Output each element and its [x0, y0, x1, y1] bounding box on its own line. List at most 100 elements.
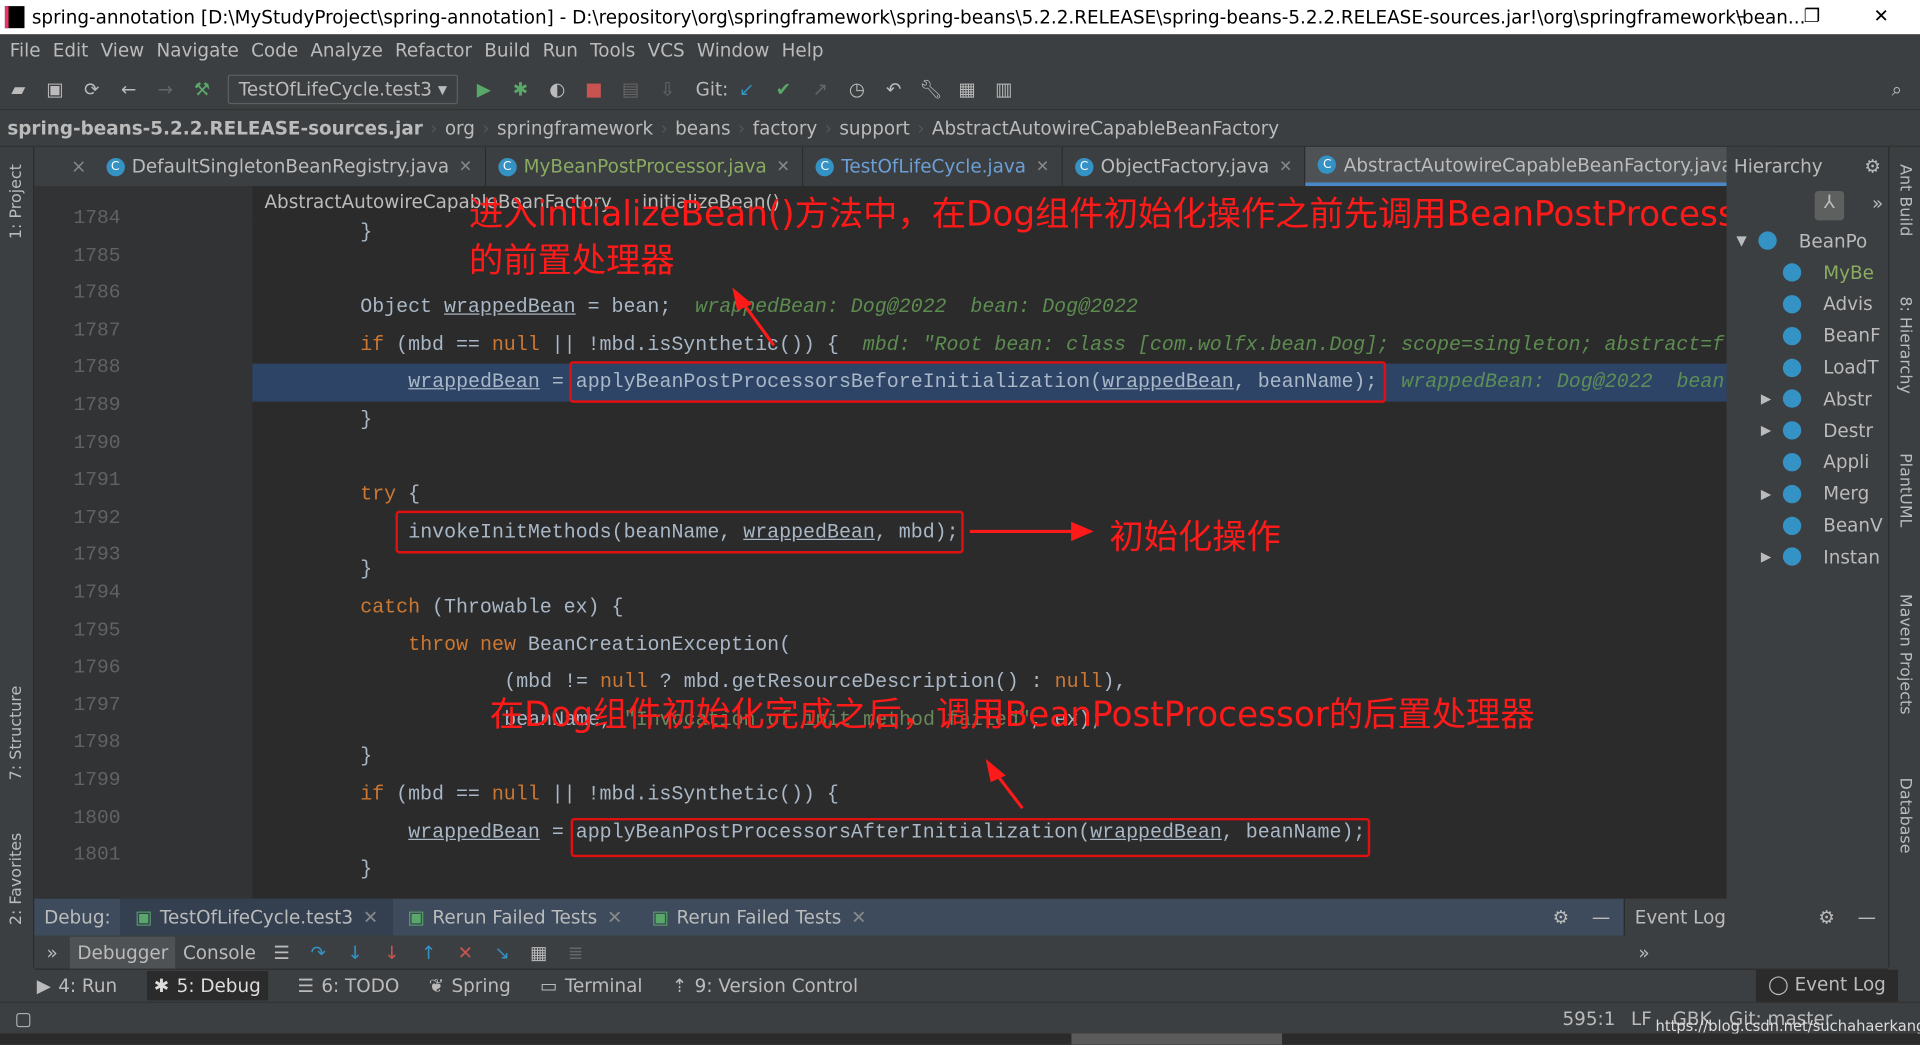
- nav-crumb[interactable]: AbstractAutowireCapableBeanFactory: [932, 117, 1279, 139]
- tool-button-versioncontrol[interactable]: ⇡ 9: Version Control: [672, 975, 858, 997]
- tabs-scroll-left[interactable]: ×: [71, 156, 86, 178]
- search-icon[interactable]: ⌕: [1886, 78, 1908, 100]
- nav-crumb[interactable]: factory: [753, 117, 818, 139]
- force-step-into-icon[interactable]: ↓: [381, 941, 403, 963]
- git-commit-icon[interactable]: ✔: [772, 78, 794, 100]
- git-rollback-icon[interactable]: ↶: [883, 78, 905, 100]
- step-over-icon[interactable]: ↷: [307, 941, 329, 963]
- menu-help[interactable]: Help: [782, 39, 824, 61]
- gear-icon[interactable]: ⚙: [1818, 906, 1834, 928]
- tab-objectfactory[interactable]: C ObjectFactory.java ✕: [1062, 146, 1306, 187]
- code-editor[interactable]: } Object wrappedBean = bean; wrappedBean:…: [252, 219, 1727, 899]
- step-out-icon[interactable]: ↑: [418, 941, 440, 963]
- forward-icon[interactable]: →: [154, 78, 176, 100]
- run-config-select[interactable]: TestOfLifeCycle.test3 ▾: [227, 74, 459, 104]
- trace-icon[interactable]: ≣: [564, 941, 586, 963]
- horizontal-scrollbar[interactable]: [0, 1033, 1920, 1045]
- menu-view[interactable]: View: [101, 39, 145, 61]
- caret-position[interactable]: 595:1: [1562, 1007, 1615, 1029]
- console-tab[interactable]: Console: [176, 936, 264, 968]
- expand-icon[interactable]: »: [1638, 941, 1649, 963]
- menu-vcs[interactable]: VCS: [648, 39, 685, 61]
- close-tab-icon[interactable]: ✕: [607, 906, 622, 928]
- menu-build[interactable]: Build: [484, 39, 530, 61]
- minimize-button[interactable]: –: [1736, 5, 1745, 27]
- close-tab-icon[interactable]: ✕: [1036, 157, 1049, 175]
- close-tab-icon[interactable]: ✕: [363, 906, 378, 928]
- gear-icon[interactable]: ⚙: [1864, 156, 1880, 178]
- sync-icon[interactable]: ⟳: [81, 78, 103, 100]
- project-tool-button[interactable]: 1: Project: [7, 164, 25, 239]
- menu-code[interactable]: Code: [251, 39, 298, 61]
- debugger-tab[interactable]: Debugger: [70, 936, 176, 968]
- expand-icon[interactable]: »: [47, 941, 58, 963]
- line-separator[interactable]: LF: [1631, 1007, 1652, 1029]
- run-to-cursor-icon[interactable]: ↘: [491, 941, 513, 963]
- stop-icon[interactable]: ■: [583, 78, 605, 100]
- close-tab-icon[interactable]: ✕: [459, 157, 472, 175]
- back-icon[interactable]: ←: [118, 78, 140, 100]
- build-hammer-icon[interactable]: ⚒: [191, 78, 213, 100]
- gear-icon[interactable]: ⚙: [1553, 906, 1569, 928]
- hierarchy-item[interactable]: BeanF: [1727, 320, 1889, 352]
- evaluate-icon[interactable]: ▦: [528, 941, 550, 963]
- structure-tool-button[interactable]: 7: Structure: [7, 686, 25, 781]
- restore-button[interactable]: ❐: [1804, 5, 1820, 27]
- favorites-tool-button[interactable]: 2: Favorites: [7, 833, 25, 925]
- layout-icon[interactable]: ☰: [271, 941, 293, 963]
- hierarchy-item[interactable]: ▶ Destr: [1727, 415, 1889, 447]
- menu-run[interactable]: Run: [543, 39, 578, 61]
- hierarchy-item[interactable]: MyBe: [1727, 257, 1889, 289]
- debug-tab[interactable]: ▣ TestOfLifeCycle.test3 ✕: [120, 898, 393, 936]
- nav-crumb[interactable]: beans: [675, 117, 730, 139]
- hierarchy-item[interactable]: Advis: [1727, 288, 1889, 320]
- hierarchy-item[interactable]: ▶ Merg: [1727, 478, 1889, 510]
- git-update-icon[interactable]: ↙: [736, 78, 758, 100]
- hierarchy-item[interactable]: BeanV: [1727, 510, 1889, 542]
- tab-mybeanpostprocessor[interactable]: C MyBeanPostProcessor.java ✕: [485, 146, 804, 187]
- maven-tool-button[interactable]: Maven Projects: [1896, 594, 1914, 715]
- nav-crumb[interactable]: springframework: [497, 117, 653, 139]
- menu-file[interactable]: File: [10, 39, 41, 61]
- menu-window[interactable]: Window: [697, 39, 769, 61]
- debug-tab[interactable]: ▣ Rerun Failed Tests ✕: [393, 899, 637, 936]
- tool-button-spring[interactable]: ❦ Spring: [429, 975, 511, 997]
- hierarchy-item[interactable]: LoadT: [1727, 352, 1889, 384]
- expand-arrow-icon[interactable]: ▶: [1761, 423, 1778, 439]
- expand-arrow-icon[interactable]: ▶: [1761, 549, 1778, 565]
- menu-edit[interactable]: Edit: [53, 39, 89, 61]
- tab-abstractautowirecapablebeanfactory[interactable]: C AbstractAutowireCapableBeanFactory.java…: [1305, 146, 1770, 187]
- nav-crumb[interactable]: spring-beans-5.2.2.RELEASE-sources.jar: [7, 117, 422, 139]
- ant-build-tool-button[interactable]: Ant Build: [1896, 164, 1914, 236]
- plantuml-tool-button[interactable]: PlantUML: [1896, 453, 1914, 527]
- git-compare-icon[interactable]: ↗: [809, 78, 831, 100]
- chevron-right-icon[interactable]: »: [1872, 192, 1883, 214]
- coverage-icon[interactable]: ◐: [546, 78, 568, 100]
- menu-refactor[interactable]: Refactor: [395, 39, 472, 61]
- vcs-push-icon[interactable]: ⇩: [656, 78, 678, 100]
- tool-button-terminal[interactable]: ▭ Terminal: [540, 975, 642, 997]
- expand-arrow-icon[interactable]: ▼: [1736, 233, 1753, 249]
- database-tool-button[interactable]: Database: [1896, 778, 1914, 854]
- project-structure-icon[interactable]: ▦: [956, 78, 978, 100]
- tool-button-todo[interactable]: ☰ 6: TODO: [298, 975, 400, 997]
- close-button[interactable]: ✕: [1873, 5, 1888, 27]
- menu-navigate[interactable]: Navigate: [156, 39, 238, 61]
- debug-tab[interactable]: ▣ Rerun Failed Tests ✕: [637, 899, 881, 936]
- tab-testoflifecycle[interactable]: C TestOfLifeCycle.java ✕: [803, 146, 1063, 187]
- hierarchy-tool-button[interactable]: 8: Hierarchy: [1896, 296, 1914, 394]
- scroll-thumb[interactable]: [1071, 1033, 1283, 1045]
- step-into-icon[interactable]: ↓: [344, 941, 366, 963]
- run-icon[interactable]: ▶: [473, 78, 495, 100]
- toggle-tool-windows-icon[interactable]: ▢: [15, 1007, 32, 1029]
- close-tab-icon[interactable]: ✕: [777, 157, 790, 175]
- hierarchy-type-button[interactable]: ⅄: [1814, 191, 1845, 221]
- minimize-panel-icon[interactable]: —: [1858, 906, 1876, 928]
- menu-tools[interactable]: Tools: [590, 39, 635, 61]
- open-folder-icon[interactable]: ▰: [7, 78, 29, 100]
- save-icon[interactable]: ▣: [44, 78, 66, 100]
- nav-crumb[interactable]: support: [839, 117, 910, 139]
- event-log-button[interactable]: ◯ Event Log: [1755, 969, 1899, 1002]
- hierarchy-item[interactable]: ▼ BeanPo: [1727, 225, 1889, 257]
- tool-button-debug[interactable]: ✱ 5: Debug: [146, 971, 269, 1001]
